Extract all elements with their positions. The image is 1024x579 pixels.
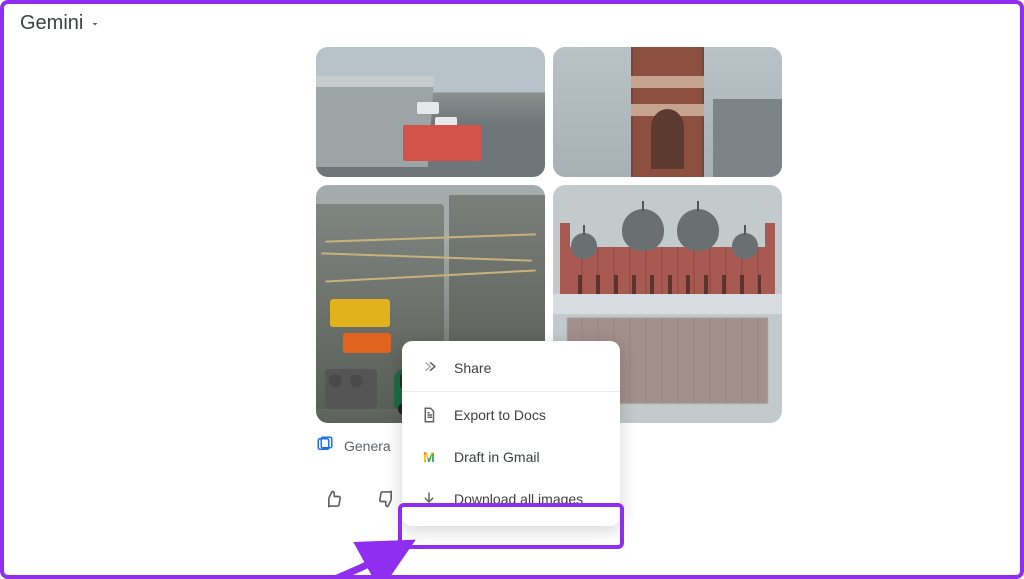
- docs-icon: [420, 406, 438, 424]
- menu-item-export-docs[interactable]: Export to Docs: [402, 394, 620, 436]
- thumbs-up-button[interactable]: [316, 482, 350, 516]
- thumbs-down-button[interactable]: [370, 482, 404, 516]
- top-bar: Gemini: [0, 0, 1024, 47]
- menu-item-download-all[interactable]: Download all images: [402, 478, 620, 520]
- menu-item-share[interactable]: Share: [402, 347, 620, 389]
- menu-item-draft-gmail[interactable]: M Draft in Gmail: [402, 436, 620, 478]
- menu-item-draft-gmail-label: Draft in Gmail: [454, 449, 540, 465]
- content-area: Genera Share: [0, 47, 1024, 579]
- chevron-down-icon[interactable]: [89, 18, 101, 30]
- menu-item-download-all-label: Download all images: [454, 491, 583, 507]
- app-title[interactable]: Gemini: [20, 12, 83, 35]
- menu-item-export-docs-label: Export to Docs: [454, 407, 546, 423]
- annotation-arrow: [256, 537, 436, 579]
- gmail-icon: M: [420, 448, 438, 466]
- generate-more-icon: [316, 435, 334, 456]
- menu-item-share-label: Share: [454, 360, 491, 376]
- generated-image-1[interactable]: [316, 47, 545, 177]
- generate-more-label: Genera: [344, 438, 391, 454]
- download-icon: [420, 490, 438, 508]
- share-arrow-icon: [420, 359, 438, 377]
- menu-separator: [402, 391, 620, 392]
- share-export-menu: Share Export to Docs M Draft in Gmail Do…: [402, 341, 620, 526]
- generated-image-2[interactable]: [553, 47, 782, 177]
